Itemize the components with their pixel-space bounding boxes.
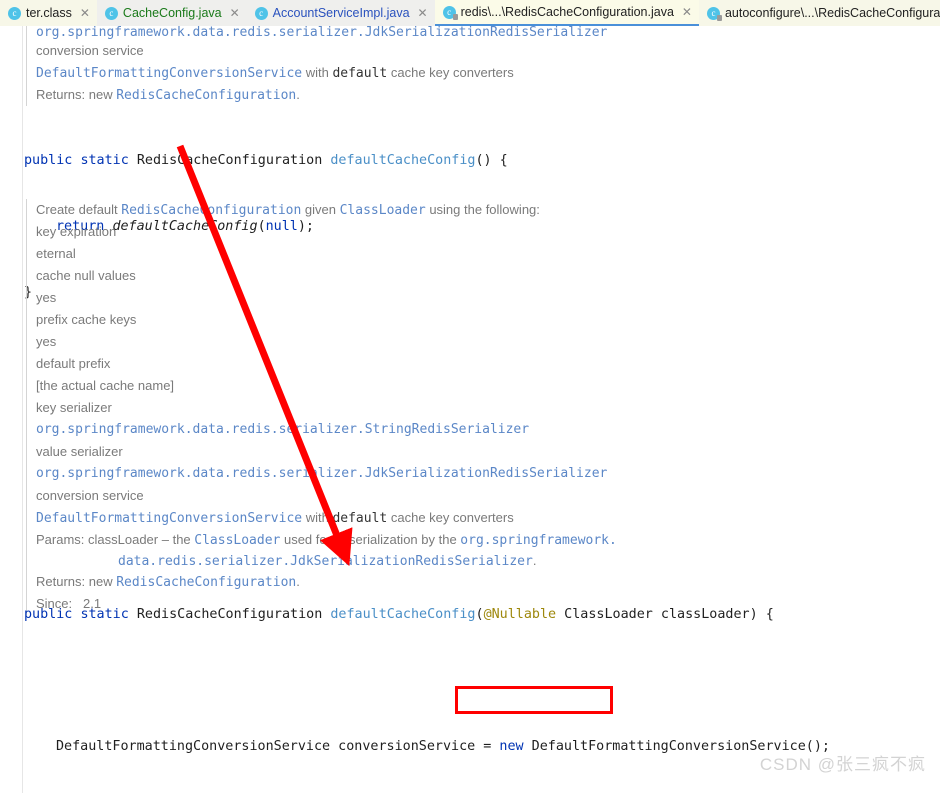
method-name: defaultCacheConfig (330, 607, 476, 622)
javadoc-row: [the actual cache name] (36, 378, 175, 393)
javadoc-row: DefaultFormattingConversionService with … (0, 507, 940, 529)
javadoc-row: yes (36, 334, 57, 349)
java-class-locked-icon: c (442, 5, 458, 20)
annotation-nullable: @Nullable (483, 607, 557, 622)
code-editor[interactable]: org.springframework.data.redis.serialize… (0, 26, 940, 793)
tab-close-icon[interactable]: ✕ (418, 7, 428, 19)
code-text: classLoader (652, 607, 750, 622)
javadoc-link: DefaultFormattingConversionService (36, 66, 303, 81)
javadoc-row-value: org.springframework.data.redis.serialize… (36, 422, 530, 437)
tab-label: redis\...\RedisCacheConfiguration.java (460, 5, 674, 19)
javadoc-text: – the (158, 532, 195, 547)
tab-close-icon[interactable]: ✕ (80, 7, 90, 19)
javadoc-row: conversion service (36, 488, 144, 503)
javadoc-text: Returns: new (36, 87, 117, 102)
javadoc-line: DefaultFormattingConversionService with … (0, 62, 940, 84)
tab-label: autoconfigure\...\RedisCacheConfigurati (724, 6, 940, 20)
javadoc-text: given (301, 202, 340, 217)
code-text: () { (475, 153, 508, 168)
java-class-icon: c (254, 6, 268, 20)
javadoc-line: org.springframework.data.redis.serialize… (36, 26, 608, 40)
javadoc-code: default (332, 66, 388, 81)
javadoc-block-top: org.springframework.data.redis.serialize… (0, 26, 940, 106)
javadoc-row: key serializer (36, 400, 112, 415)
javadoc-row: yes (36, 290, 57, 305)
javadoc-text: cache key converters (387, 65, 514, 80)
java-class-icon: c (104, 6, 118, 20)
javadoc-link: org.springframework. (460, 533, 617, 548)
javadoc-row: key expiration (36, 224, 117, 239)
javadoc-returns: Returns: new RedisCacheConfiguration. (0, 84, 940, 106)
type-name: RedisCacheConfiguration (136, 607, 323, 622)
keyword: public (24, 153, 73, 168)
javadoc-row-value: org.springframework.data.redis.serialize… (36, 466, 608, 481)
javadoc-summary: Create default RedisCacheConfiguration g… (0, 199, 940, 221)
class-file-icon: c (8, 6, 21, 20)
javadoc-text: with (302, 510, 333, 525)
keyword: new (499, 739, 524, 754)
tab-redis-rediscacheconfiguration-java[interactable]: c redis\...\RedisCacheConfiguration.java… (434, 0, 699, 26)
tab-label: AccountServiceImpl.java (272, 6, 410, 20)
code-line-blank[interactable] (0, 670, 940, 692)
tab-label: ter.class (26, 6, 72, 20)
tab-ter-class[interactable]: c ter.class ✕ (0, 0, 97, 26)
type-name: DefaultFormattingConversionService (56, 739, 331, 754)
javadoc-text: used for deserialization by the (280, 532, 461, 547)
javadoc-text: using the following: (425, 202, 540, 217)
keyword: public (24, 607, 73, 622)
type-name: RedisCacheConfiguration (136, 153, 323, 168)
javadoc-link: RedisCacheConfiguration (121, 203, 302, 218)
javadoc-link: ClassLoader (194, 533, 281, 548)
javadoc-row: eternal (36, 246, 76, 261)
code-text: conversionService = (330, 739, 500, 754)
javadoc-link: ClassLoader (339, 203, 426, 218)
javadoc-text: with (302, 65, 333, 80)
javadoc-code: default (332, 511, 388, 526)
tab-accountserviceimpl-java[interactable]: c AccountServiceImpl.java ✕ (246, 0, 435, 26)
javadoc-block-main: Create default RedisCacheConfiguration g… (0, 199, 940, 615)
java-class-locked-icon: c (706, 6, 722, 21)
method-name: defaultCacheConfig (330, 153, 476, 168)
javadoc-row: value serializer (36, 444, 123, 459)
javadoc-text: Params: (36, 532, 89, 547)
javadoc-row: prefix cache keys (36, 312, 137, 327)
editor-tab-bar[interactable]: c ter.class ✕ c CacheConfig.java ✕ c Acc… (0, 0, 940, 27)
keyword: static (80, 607, 129, 622)
tab-label: CacheConfig.java (122, 6, 222, 20)
javadoc-row: default prefix (36, 356, 111, 371)
watermark: CSDN @张三疯不疯 (759, 755, 926, 774)
javadoc-params: Params: classLoader – the ClassLoader us… (0, 529, 940, 550)
code-text: ClassLoader (556, 607, 653, 622)
javadoc-line: conversion service (36, 43, 144, 58)
code-line-signature[interactable]: public static RedisCacheConfiguration de… (0, 604, 940, 626)
javadoc-link: RedisCacheConfiguration (116, 88, 297, 103)
tab-close-icon[interactable]: ✕ (682, 6, 692, 18)
javadoc-text: . (296, 87, 300, 102)
javadoc-text: Create default (36, 202, 122, 217)
javadoc-text: cache key converters (387, 510, 514, 525)
javadoc-param-name: classLoader (88, 532, 159, 547)
code-line[interactable]: public static RedisCacheConfiguration de… (0, 150, 940, 172)
code-text: ) { (749, 607, 774, 622)
tab-autoconfigure-rediscacheconfiguration-java[interactable]: c autoconfigure\...\RedisCacheConfigurat… (698, 0, 940, 26)
tab-cacheconfig-java[interactable]: c CacheConfig.java ✕ (96, 0, 247, 26)
tab-close-icon[interactable]: ✕ (230, 7, 240, 19)
keyword: static (80, 153, 129, 168)
javadoc-link: DefaultFormattingConversionService (36, 511, 303, 526)
javadoc-row: cache null values (36, 268, 136, 283)
code-text: ( (475, 607, 484, 622)
